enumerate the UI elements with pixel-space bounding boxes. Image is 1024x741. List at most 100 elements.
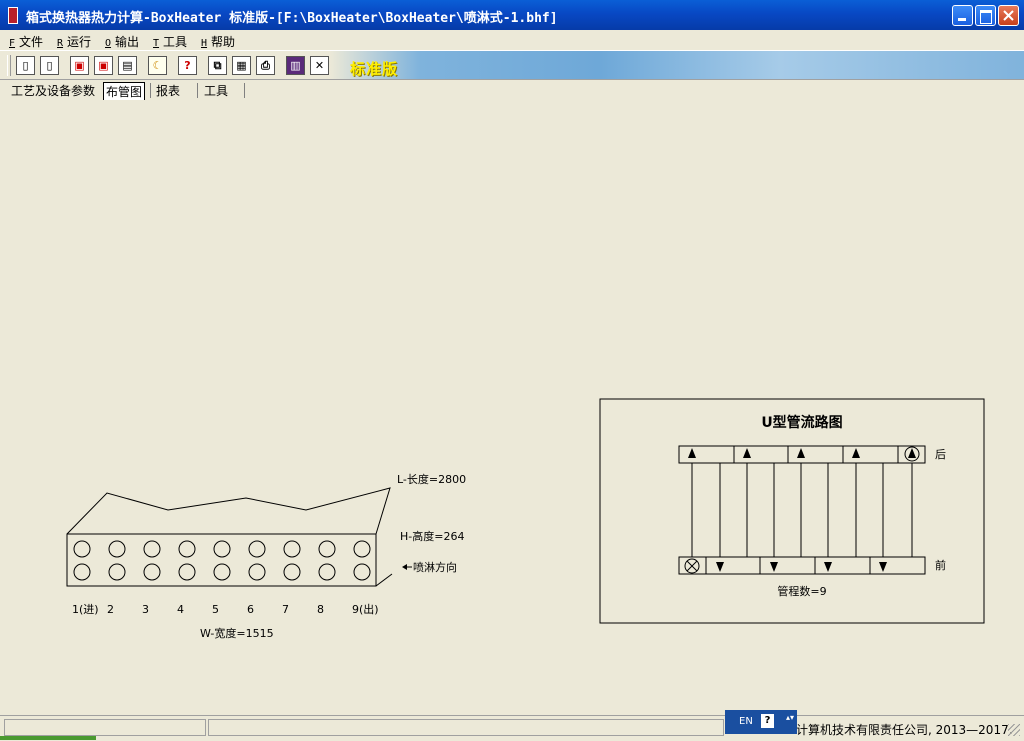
open-file-icon[interactable]: ▯ <box>40 56 59 75</box>
width-label: W-宽度=1515 <box>200 626 274 640</box>
spray-direction-label: 喷淋方向 <box>413 560 457 574</box>
ime-language[interactable]: EN <box>739 716 753 727</box>
tube-circle <box>178 563 196 581</box>
flow-diagram-title: U型管流路图 <box>761 414 842 431</box>
menu-file-hotkey: F <box>9 38 16 49</box>
tube-circle <box>143 563 161 581</box>
status-bar: 计算机技术有限责任公司, 2013—2017. <box>0 715 1024 741</box>
length-label: L-长度=2800 <box>397 472 466 486</box>
spray-arrow-head <box>402 564 407 570</box>
help-icon[interactable]: ? <box>178 56 197 75</box>
close-icon <box>1003 10 1014 21</box>
tab-tools[interactable]: 工具 <box>204 82 228 99</box>
box-depth-edge <box>375 573 393 587</box>
back-label: 后 <box>935 448 946 461</box>
tube-circle <box>283 540 301 558</box>
flow-arrow-up <box>688 448 696 458</box>
moon-icon[interactable]: ☾ <box>148 56 167 75</box>
tube-circle <box>143 540 161 558</box>
menu-run[interactable]: R 运行 <box>57 33 91 50</box>
tube-circle <box>353 563 371 581</box>
pass-count-label: 管程数=9 <box>777 584 826 598</box>
flow-arrow-up <box>743 448 751 458</box>
tube-circle <box>283 563 301 581</box>
edition-badge: 标准版 <box>350 60 399 78</box>
column-label: 1(进) <box>72 603 99 616</box>
column-labels: 1(进) 2 3 4 5 6 7 8 9(出) <box>72 602 379 616</box>
tube-circle <box>248 540 266 558</box>
printer-icon[interactable]: ⎙ <box>256 56 275 75</box>
tab-process-params[interactable]: 工艺及设备参数 <box>11 82 95 99</box>
menu-file[interactable]: F 文件 <box>9 33 43 50</box>
tube-circle <box>318 540 336 558</box>
new-file-icon[interactable]: ▯ <box>16 56 35 75</box>
flow-diagram: U型管流路图 后 前 管程数=9 <box>599 398 985 624</box>
taskbar-strip <box>0 736 96 740</box>
flow-arrow-up <box>908 448 916 458</box>
menu-file-label: 文件 <box>19 35 44 49</box>
import-icon[interactable]: ▣ <box>94 56 113 75</box>
column-label: 3 <box>142 603 149 616</box>
copy-icon[interactable]: ⧉ <box>208 56 227 75</box>
tube-circle <box>108 540 126 558</box>
flow-arrow-down <box>879 562 887 572</box>
tab-report[interactable]: 报表 <box>156 82 180 99</box>
tab-strip: 工艺及设备参数 布管图 报表 工具 <box>0 81 1024 100</box>
height-label: H-高度=264 <box>400 529 464 543</box>
status-panel-middle <box>208 719 724 736</box>
tube-grid <box>73 540 371 581</box>
help-glyph: ? <box>184 59 191 72</box>
chart-icon[interactable]: ▥ <box>286 56 305 75</box>
column-label: 6 <box>247 603 254 616</box>
clipboard-icon[interactable]: ▦ <box>232 56 251 75</box>
menu-tools[interactable]: T 工具 <box>153 33 187 50</box>
tube-circle <box>213 540 231 558</box>
tube-circle <box>73 540 91 558</box>
maximize-icon <box>980 10 992 24</box>
flow-arrow-up <box>797 448 805 458</box>
tube-circle <box>353 540 371 558</box>
toolbar-grip[interactable] <box>7 55 11 76</box>
status-panel-left <box>4 719 206 736</box>
tube-circle <box>108 563 126 581</box>
flow-arrow-up <box>852 448 860 458</box>
menu-bar: F 文件 R 运行 O 输出 T 工具 H 帮助 <box>0 30 1024 50</box>
menu-run-label: 运行 <box>67 35 92 49</box>
front-label: 前 <box>935 558 946 572</box>
tools-icon[interactable]: ✕ <box>310 56 329 75</box>
document-icon[interactable]: ▤ <box>118 56 137 75</box>
column-label: 9(出) <box>352 602 379 616</box>
column-label: 5 <box>212 603 219 616</box>
export-icon[interactable]: ▣ <box>70 56 89 75</box>
menu-help-label: 帮助 <box>211 35 236 49</box>
menu-output-label: 输出 <box>115 35 140 49</box>
tab-tube-layout[interactable]: 布管图 <box>103 82 146 100</box>
column-label: 8 <box>317 603 324 616</box>
box-top-outline <box>66 487 391 535</box>
column-label: 7 <box>282 603 289 616</box>
menu-help[interactable]: H 帮助 <box>201 33 235 50</box>
box-back-edge <box>390 488 392 574</box>
minimize-button[interactable] <box>952 5 973 26</box>
tube-circle <box>213 563 231 581</box>
resize-grip[interactable] <box>1008 724 1020 736</box>
flow-arrow-down <box>716 562 724 572</box>
box-diagram: L-长度=2800 H-高度=264 喷淋方向 1(进) 2 3 4 5 6 7… <box>66 472 466 640</box>
close-button[interactable] <box>998 5 1019 26</box>
ime-language-bar: EN ? ▴▾ <box>725 710 797 734</box>
flow-arrow-down <box>770 562 778 572</box>
title-bar: 箱式换热器热力计算-BoxHeater 标准版-[F:\BoxHeater\Bo… <box>0 0 1024 30</box>
tube-circle <box>73 563 91 581</box>
column-label: 2 <box>107 603 114 616</box>
minimize-icon <box>958 18 966 21</box>
tab-separator <box>197 83 198 98</box>
tab-separator <box>244 83 245 98</box>
toolbar: ▯ ▯ ▣ ▣ ▤ ☾ ? ⧉ ▦ ⎙ ▥ ✕ 标准版 <box>0 50 1024 80</box>
tube-circle <box>178 540 196 558</box>
ime-menu-icon[interactable]: ▴▾ <box>786 713 794 722</box>
menu-output[interactable]: O 输出 <box>105 33 139 50</box>
ime-help-icon[interactable]: ? <box>761 714 774 728</box>
maximize-button[interactable] <box>975 5 996 26</box>
app-icon[interactable] <box>8 7 18 24</box>
menu-output-hotkey: O <box>105 38 112 49</box>
